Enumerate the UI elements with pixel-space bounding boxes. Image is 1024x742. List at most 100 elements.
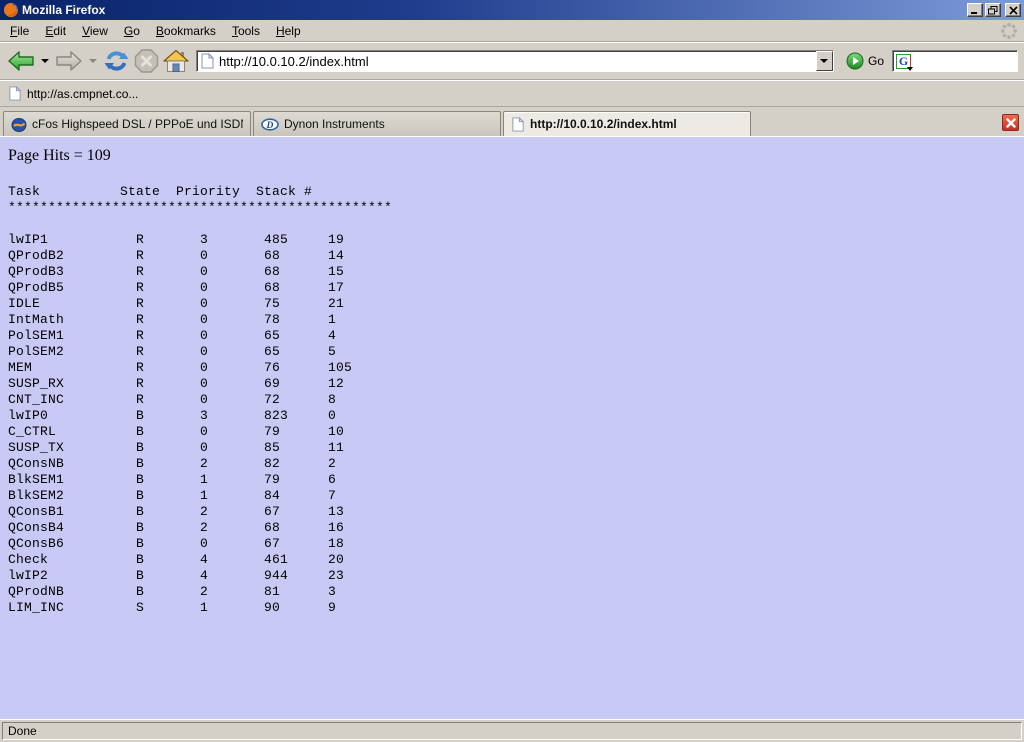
cell-stack: 68: [264, 280, 328, 296]
cell-state: R: [136, 344, 200, 360]
cell-task: QConsB4: [8, 520, 136, 536]
dynon-icon: D: [261, 118, 279, 131]
close-tab-button[interactable]: [1002, 114, 1019, 131]
cell-priority: 0: [200, 328, 264, 344]
firefox-logo-icon: [3, 2, 19, 18]
cell-priority: 2: [200, 504, 264, 520]
cell-num: 19: [328, 232, 1016, 248]
url-dropdown-button[interactable]: [816, 51, 833, 71]
cell-num: 23: [328, 568, 1016, 584]
table-row: QProdB2R06814: [8, 248, 1016, 264]
bookmark-label: http://as.cmpnet.co...: [27, 87, 138, 101]
cell-priority: 0: [200, 344, 264, 360]
cell-task: lwIP0: [8, 408, 136, 424]
home-icon: [163, 49, 189, 73]
menu-file[interactable]: File: [2, 21, 37, 41]
cell-priority: 1: [200, 488, 264, 504]
url-bar: [196, 50, 834, 72]
firefox-window: Mozilla Firefox FileEditViewGoBookmarksT…: [0, 0, 1024, 742]
cell-task: QConsB1: [8, 504, 136, 520]
cell-task: LIM_INC: [8, 600, 136, 616]
cell-stack: 90: [264, 600, 328, 616]
cell-stack: 67: [264, 504, 328, 520]
cell-task: SUSP_TX: [8, 440, 136, 456]
cell-state: R: [136, 312, 200, 328]
cell-state: B: [136, 472, 200, 488]
bookmark-item[interactable]: http://as.cmpnet.co...: [8, 86, 138, 101]
go-label[interactable]: Go: [868, 54, 884, 68]
forward-button[interactable]: [54, 48, 84, 74]
cell-priority: 2: [200, 584, 264, 600]
menu-go[interactable]: Go: [116, 21, 148, 41]
cell-task: IDLE: [8, 296, 136, 312]
cell-task: lwIP2: [8, 568, 136, 584]
tab-1[interactable]: cFos Highspeed DSL / PPPoE und ISDN CAP.…: [3, 111, 251, 136]
cell-priority: 2: [200, 456, 264, 472]
table-row: QConsNBB2822: [8, 456, 1016, 472]
table-row: lwIP1R348519: [8, 232, 1016, 248]
cell-state: B: [136, 568, 200, 584]
cell-num: 5: [328, 344, 1016, 360]
cell-priority: 0: [200, 424, 264, 440]
page-icon: [511, 117, 525, 132]
restore-button[interactable]: [985, 3, 1001, 17]
menu-view[interactable]: View: [74, 21, 116, 41]
cell-num: 2: [328, 456, 1016, 472]
back-button[interactable]: [6, 48, 36, 74]
cell-state: R: [136, 392, 200, 408]
cell-num: 14: [328, 248, 1016, 264]
stop-button[interactable]: [133, 48, 160, 74]
cell-stack: 68: [264, 248, 328, 264]
cell-stack: 85: [264, 440, 328, 456]
cell-num: 18: [328, 536, 1016, 552]
tab-2[interactable]: DDynon Instruments: [253, 111, 501, 136]
cell-state: R: [136, 376, 200, 392]
url-input[interactable]: [219, 52, 816, 70]
search-input[interactable]: [917, 54, 1017, 68]
close-button[interactable]: [1005, 3, 1021, 17]
cell-priority: 0: [200, 376, 264, 392]
back-dropdown-caret[interactable]: [41, 59, 49, 63]
cell-state: R: [136, 264, 200, 280]
cell-priority: 2: [200, 520, 264, 536]
go-button[interactable]: [846, 52, 864, 70]
table-row: QConsB4B26816: [8, 520, 1016, 536]
table-row: BlkSEM1B1796: [8, 472, 1016, 488]
menu-bookmarks[interactable]: Bookmarks: [148, 21, 224, 41]
cell-priority: 0: [200, 248, 264, 264]
status-bar: Done: [0, 719, 1024, 742]
reload-button[interactable]: [102, 47, 131, 75]
cell-state: B: [136, 488, 200, 504]
forward-arrow-icon: [55, 49, 83, 73]
forward-dropdown-caret[interactable]: [89, 59, 97, 63]
cell-priority: 4: [200, 552, 264, 568]
cell-num: 10: [328, 424, 1016, 440]
close-tab-icon: [1006, 118, 1016, 128]
cell-task: PolSEM1: [8, 328, 136, 344]
cell-state: B: [136, 584, 200, 600]
google-icon[interactable]: G: [896, 54, 911, 69]
cell-num: 6: [328, 472, 1016, 488]
title-bar: Mozilla Firefox: [0, 0, 1024, 20]
page-hits-text: Page Hits = 109: [8, 147, 1016, 165]
tab-3-active[interactable]: http://10.0.10.2/index.html: [503, 111, 751, 136]
cell-num: 11: [328, 440, 1016, 456]
cell-num: 1: [328, 312, 1016, 328]
cell-num: 20: [328, 552, 1016, 568]
cell-priority: 0: [200, 440, 264, 456]
cell-num: 21: [328, 296, 1016, 312]
table-row: SUSP_TXB08511: [8, 440, 1016, 456]
cell-priority: 1: [200, 472, 264, 488]
home-button[interactable]: [162, 48, 190, 74]
restore-icon: [988, 6, 998, 15]
cell-num: 13: [328, 504, 1016, 520]
menu-tools[interactable]: Tools: [224, 21, 268, 41]
cell-num: 7: [328, 488, 1016, 504]
navigation-toolbar: Go G: [0, 42, 1024, 80]
cell-priority: 0: [200, 296, 264, 312]
menu-help[interactable]: Help: [268, 21, 309, 41]
cell-num: 17: [328, 280, 1016, 296]
table-row: LIM_INCS1909: [8, 600, 1016, 616]
menu-edit[interactable]: Edit: [37, 21, 74, 41]
minimize-button[interactable]: [967, 3, 983, 17]
